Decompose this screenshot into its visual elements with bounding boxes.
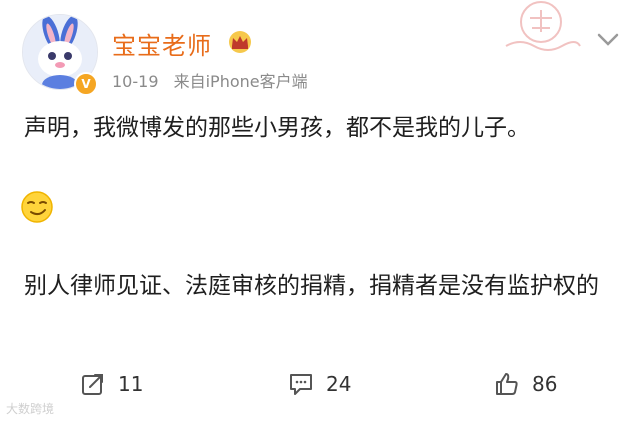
stamp-watermark-icon — [505, 1, 581, 51]
like-count: 86 — [532, 372, 558, 396]
author-name[interactable]: 宝宝老师 — [112, 26, 212, 61]
comment-button[interactable]: 24 — [288, 370, 351, 398]
comment-icon — [290, 374, 312, 395]
crown-icon — [229, 31, 251, 53]
action-bar: 11 24 86 — [0, 360, 640, 408]
thumbs-up-icon — [496, 373, 518, 395]
post-text-paragraph-1: 声明，我微博发的那些小男孩，都不是我的儿子。 — [24, 115, 530, 141]
verified-badge-icon: V — [74, 72, 98, 96]
chevron-down-icon[interactable] — [596, 32, 620, 48]
post-meta: 10-19 来自iPhone客户端 — [112, 68, 318, 92]
like-button[interactable]: 86 — [494, 370, 557, 398]
repost-count: 11 — [118, 372, 144, 396]
weibo-post: V 宝宝老师 10-19 来自iPhone客户端 声明，我微博发的那些小男孩，都… — [0, 0, 640, 422]
post-text-paragraph-2: 别人律师见证、法庭审核的捐精，捐精者是没有监护权的 — [24, 273, 599, 299]
comment-count: 24 — [326, 372, 352, 396]
post-date: 10-19 — [112, 72, 159, 91]
repost-icon — [82, 374, 103, 395]
watermark-text: 大数跨境 — [6, 402, 55, 416]
repost-button[interactable]: 11 — [80, 370, 143, 398]
smirk-face-emoji-icon — [21, 191, 53, 223]
post-source: 来自iPhone客户端 — [173, 72, 308, 91]
